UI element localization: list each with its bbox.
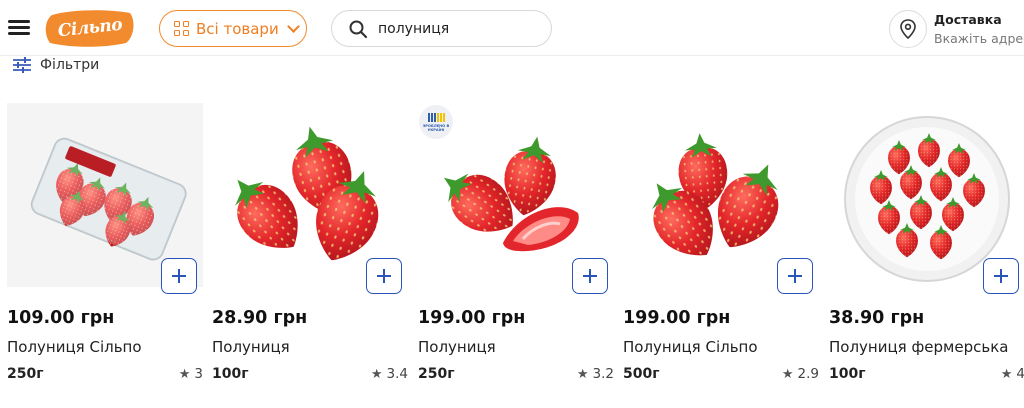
product-card[interactable]: 38.90 грн Полуниця фермерська 100г ★ 4 <box>829 103 1024 393</box>
made-in-ukraine-badge: ЗРОБЛЕНО В УКРАЇНІ <box>419 105 453 139</box>
rating-value: 3.2 <box>592 366 614 382</box>
product-weight: 250г <box>7 366 44 382</box>
plus-icon <box>583 269 597 283</box>
add-to-cart-button[interactable] <box>572 258 608 294</box>
menu-icon[interactable] <box>8 18 30 36</box>
product-rating: ★ 4 <box>1001 366 1024 382</box>
top-header: Сільпо Всі товари Доставка Вкажіть адрес… <box>0 0 1024 56</box>
add-to-cart-button[interactable] <box>366 258 402 294</box>
search-icon <box>349 20 368 38</box>
filters-label: Фільтри <box>40 57 100 73</box>
product-card[interactable]: 199.00 грн Полуниця 250г ★ 3.2 <box>418 103 614 393</box>
product-name[interactable]: Полуниця <box>212 338 290 356</box>
delivery-selector[interactable]: Доставка Вкажіть адресу <box>889 8 1024 50</box>
product-rating: ★ 3 <box>179 366 203 382</box>
star-icon: ★ <box>781 366 794 382</box>
plus-icon <box>788 269 802 283</box>
add-to-cart-button[interactable] <box>161 258 197 294</box>
badge-text: ЗРОБЛЕНО В УКРАЇНІ <box>422 123 450 132</box>
product-weight: 100г <box>829 366 866 382</box>
rating-value: 3.4 <box>386 366 408 382</box>
filter-sliders-icon <box>13 57 31 73</box>
product-price: 199.00 грн <box>418 308 526 328</box>
rating-value: 2.9 <box>797 366 819 382</box>
product-weight: 500г <box>623 366 660 382</box>
all-products-button[interactable]: Всі товари <box>159 10 307 47</box>
chevron-down-icon <box>286 20 300 33</box>
product-price: 38.90 грн <box>829 308 925 328</box>
product-card[interactable]: 28.90 грн Полуниця 100г ★ 3.4 <box>212 103 408 393</box>
add-to-cart-button[interactable] <box>777 258 813 294</box>
search-bar[interactable] <box>331 10 552 47</box>
add-to-cart-button[interactable] <box>983 258 1019 294</box>
filters-button[interactable]: Фільтри <box>12 56 99 74</box>
star-icon: ★ <box>370 366 383 382</box>
product-card[interactable]: 109.00 грн Полуниця Сільпо 250г ★ 3 <box>7 103 203 393</box>
product-price: 109.00 грн <box>7 308 115 328</box>
product-weight: 100г <box>212 366 249 382</box>
product-name[interactable]: Полуниця Сільпо <box>623 338 758 356</box>
product-rating: ★ 2.9 <box>782 366 819 382</box>
rating-value: 4 <box>1016 366 1024 382</box>
product-name[interactable]: Полуниця <box>418 338 496 356</box>
product-weight: 250г <box>418 366 455 382</box>
product-name[interactable]: Полуниця Сільпо <box>7 338 142 356</box>
product-price: 28.90 грн <box>212 308 308 328</box>
search-input[interactable] <box>378 20 528 37</box>
product-rating: ★ 3.2 <box>577 366 614 382</box>
plus-icon <box>994 269 1008 283</box>
product-price: 199.00 грн <box>623 308 731 328</box>
logo[interactable]: Сільпо <box>44 9 136 47</box>
plus-icon <box>172 269 186 283</box>
star-icon: ★ <box>1000 366 1013 382</box>
all-products-label: Всі товари <box>196 19 279 38</box>
rating-value: 3 <box>194 366 203 382</box>
product-name[interactable]: Полуниця фермерська <box>829 338 1008 356</box>
delivery-title: Доставка <box>934 12 1002 27</box>
grid-icon <box>174 20 190 37</box>
star-icon: ★ <box>576 366 589 382</box>
product-card[interactable]: 199.00 грн Полуниця Сільпо 500г ★ 2.9 <box>623 103 819 393</box>
product-rating: ★ 3.4 <box>371 366 408 382</box>
location-pin-icon <box>889 10 927 48</box>
delivery-address-hint: Вкажіть адресу <box>934 31 1024 46</box>
star-icon: ★ <box>178 366 191 382</box>
plus-icon <box>377 269 391 283</box>
